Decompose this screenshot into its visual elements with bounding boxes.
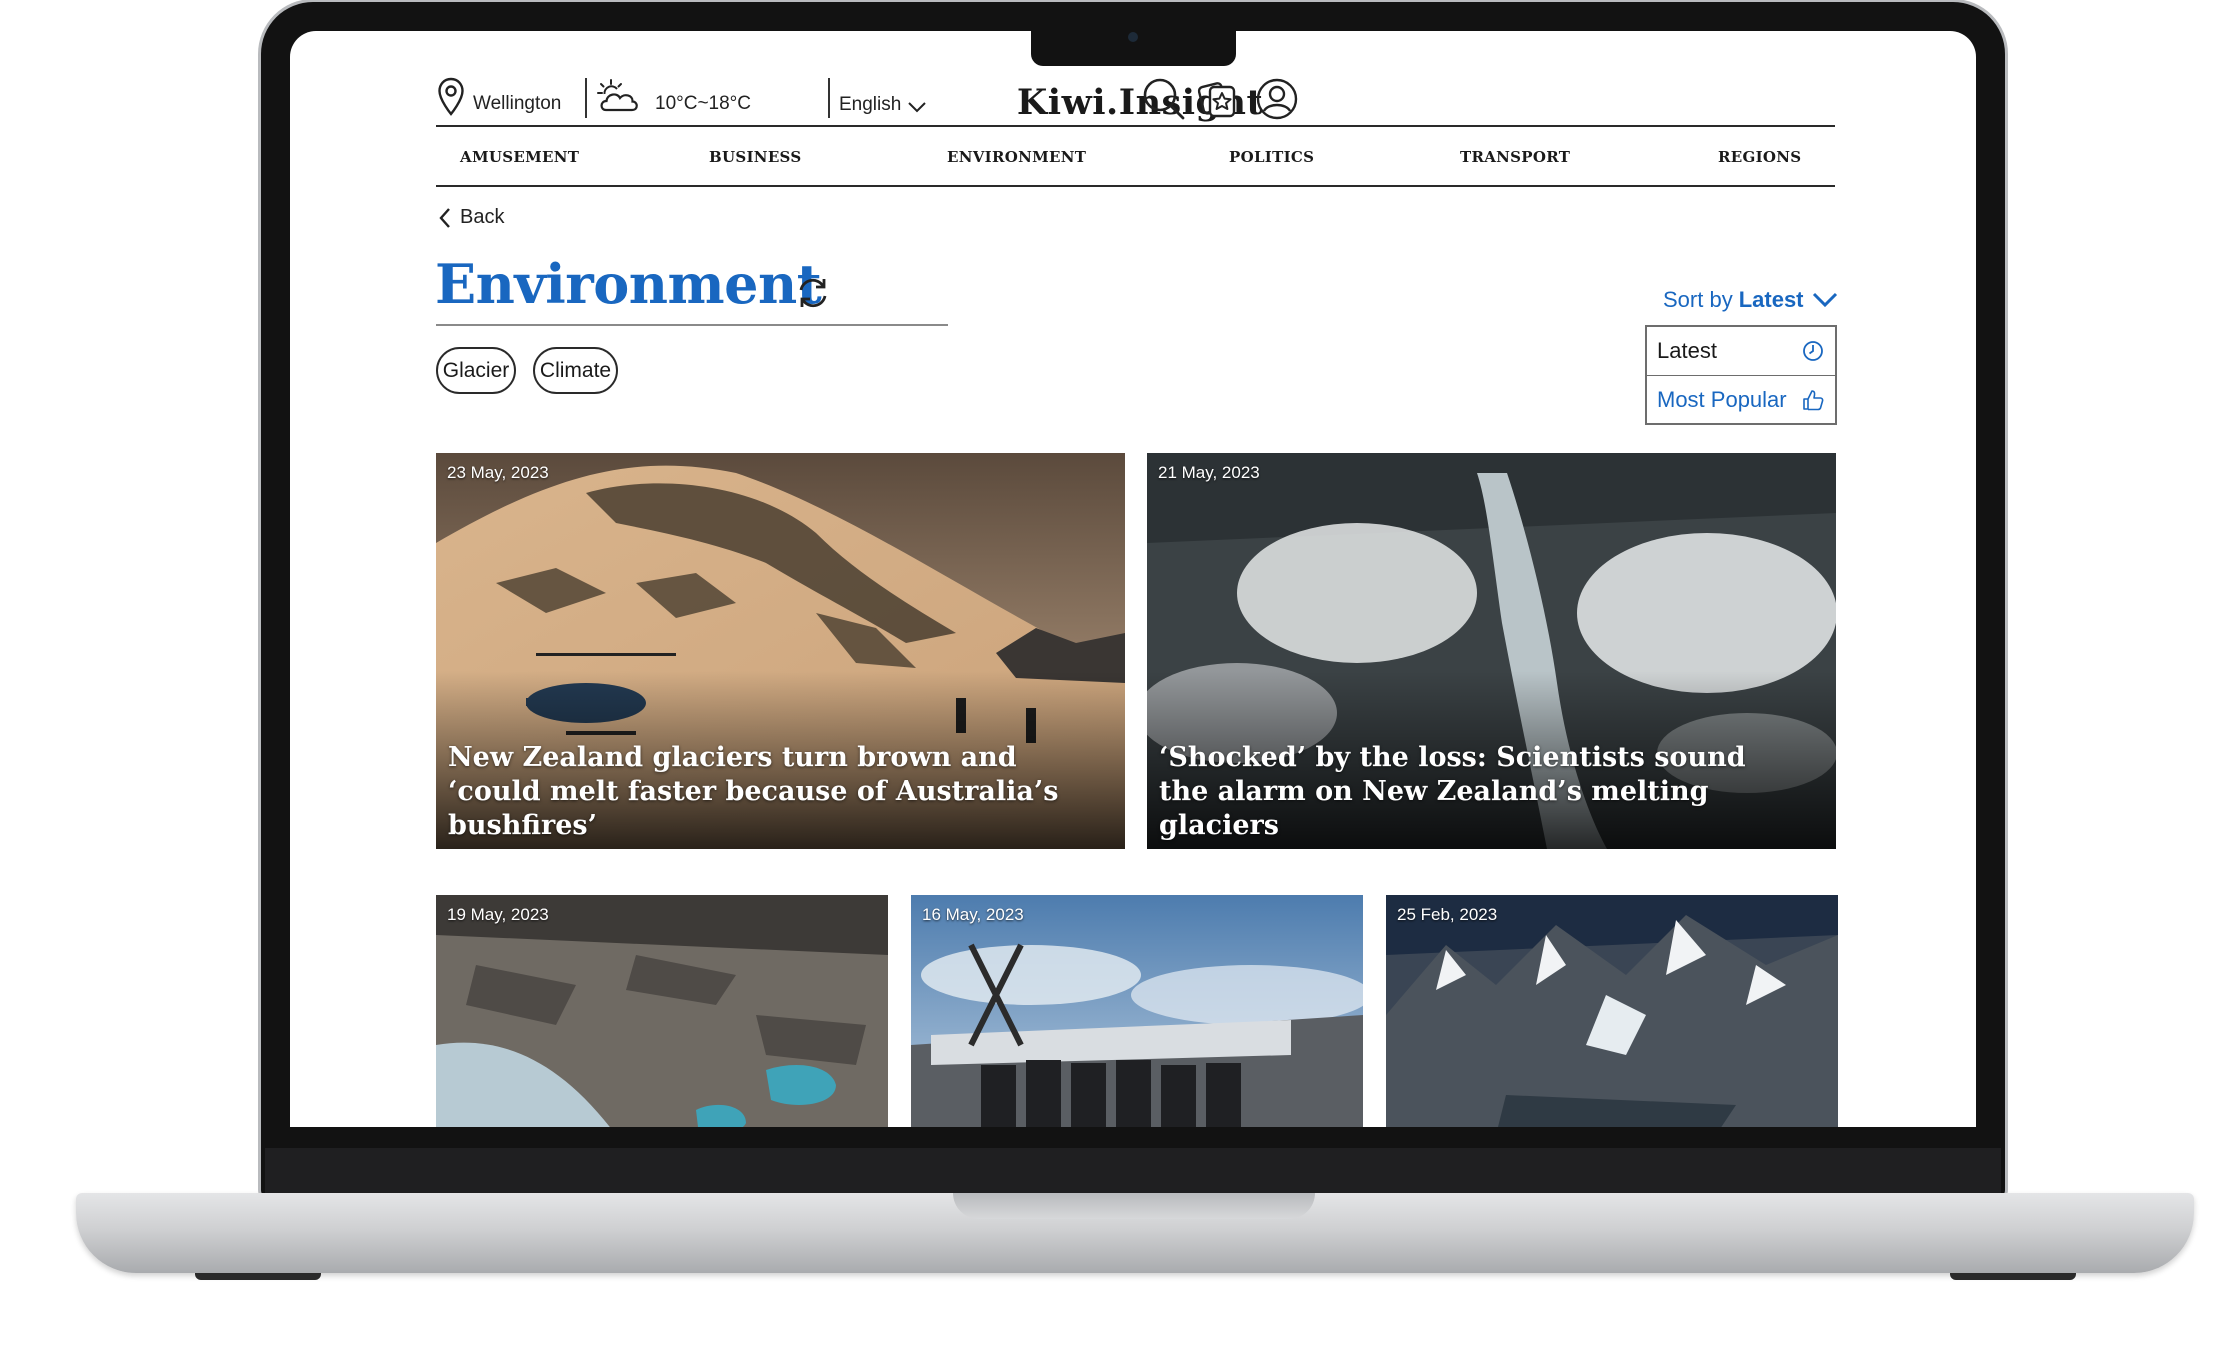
laptop-opening-notch [953,1193,1315,1219]
laptop-bezel-bottom [265,1148,2001,1196]
location-label: Wellington [473,93,562,114]
nav-rule [436,185,1835,187]
article-date: 23 May, 2023 [447,463,549,482]
cloud-sun-icon [597,79,638,112]
article-card[interactable]: 16 May, 2023 [911,895,1363,1127]
article-card[interactable]: 21 May, 2023 ‘Shocked’ by the loss: Scie… [1147,453,1836,849]
clock-icon [1803,341,1823,361]
article-title: New Zealand glaciers turn brown and ‘cou… [448,742,1059,841]
back-button[interactable]: Back [438,206,504,229]
article-card[interactable]: 25 Feb, 2023 [1386,895,1838,1127]
article-date: 16 May, 2023 [922,905,1024,924]
article-card[interactable]: 19 May, 2023 [436,895,888,1127]
nav-amusement[interactable]: AMUSEMENT [460,148,579,166]
nav-transport[interactable]: TRANSPORT [1460,148,1570,166]
divider [828,78,830,118]
article-date: 21 May, 2023 [1158,463,1260,482]
laptop-foot-left [195,1273,321,1280]
tag-glacier[interactable]: Glacier [436,347,516,394]
search-icon[interactable] [1141,76,1187,122]
page-title: Environment [435,252,822,316]
camera-icon [1128,32,1138,42]
sort-option-label: Most Popular [1657,386,1787,412]
language-selector[interactable]: English [839,94,927,116]
sort-dropdown-menu: Latest Most Popular [1645,325,1837,425]
sort-prefix: Sort by [1663,287,1733,312]
laptop-screen: Wellington 10°C~18°C English Kiwi.Insigh… [290,31,1976,1127]
divider [585,78,587,118]
chevron-down-icon [1812,292,1837,308]
nav-regions[interactable]: REGIONS [1718,148,1801,166]
refresh-icon[interactable] [795,275,831,311]
weather-label: 10°C~18°C [655,92,752,114]
sort-dropdown-toggle[interactable]: Sort by Latest [1663,287,1838,313]
saved-star-icon[interactable] [1196,76,1242,122]
article-date: 19 May, 2023 [447,905,549,924]
sort-option-most-popular[interactable]: Most Popular [1647,375,1835,423]
header-rule [436,125,1835,127]
nav-business[interactable]: BUSINESS [709,148,802,166]
chevron-down-icon [908,102,927,113]
laptop-foot-right [1950,1273,2076,1280]
location-selector[interactable]: Wellington [437,77,561,117]
title-underline [436,324,948,326]
back-label: Back [460,206,505,228]
tag-climate[interactable]: Climate [533,347,618,394]
location-pin-icon [438,77,464,116]
weather-widget: 10°C~18°C [595,76,751,116]
sort-value: Latest [1738,287,1804,312]
nav-environment[interactable]: ENVIRONMENT [947,148,1086,166]
article-card[interactable]: 23 May, 2023 New Zealand glaciers turn b… [436,453,1125,849]
article-image-glacier-lakes [436,895,888,1127]
chevron-left-icon [439,207,450,228]
user-profile-icon[interactable] [1254,76,1300,122]
article-date: 25 Feb, 2023 [1397,905,1498,924]
article-image-team-plane [911,895,1363,1127]
sort-option-label: Latest [1657,338,1717,363]
sort-option-latest[interactable]: Latest [1647,327,1835,375]
language-label: English [839,94,902,115]
article-title: ‘Shocked’ by the loss: Scientists sound … [1159,742,1746,841]
thumbs-up-icon [1803,389,1824,410]
article-image-snowy-mountains [1386,895,1838,1127]
nav-politics[interactable]: POLITICS [1229,148,1314,166]
